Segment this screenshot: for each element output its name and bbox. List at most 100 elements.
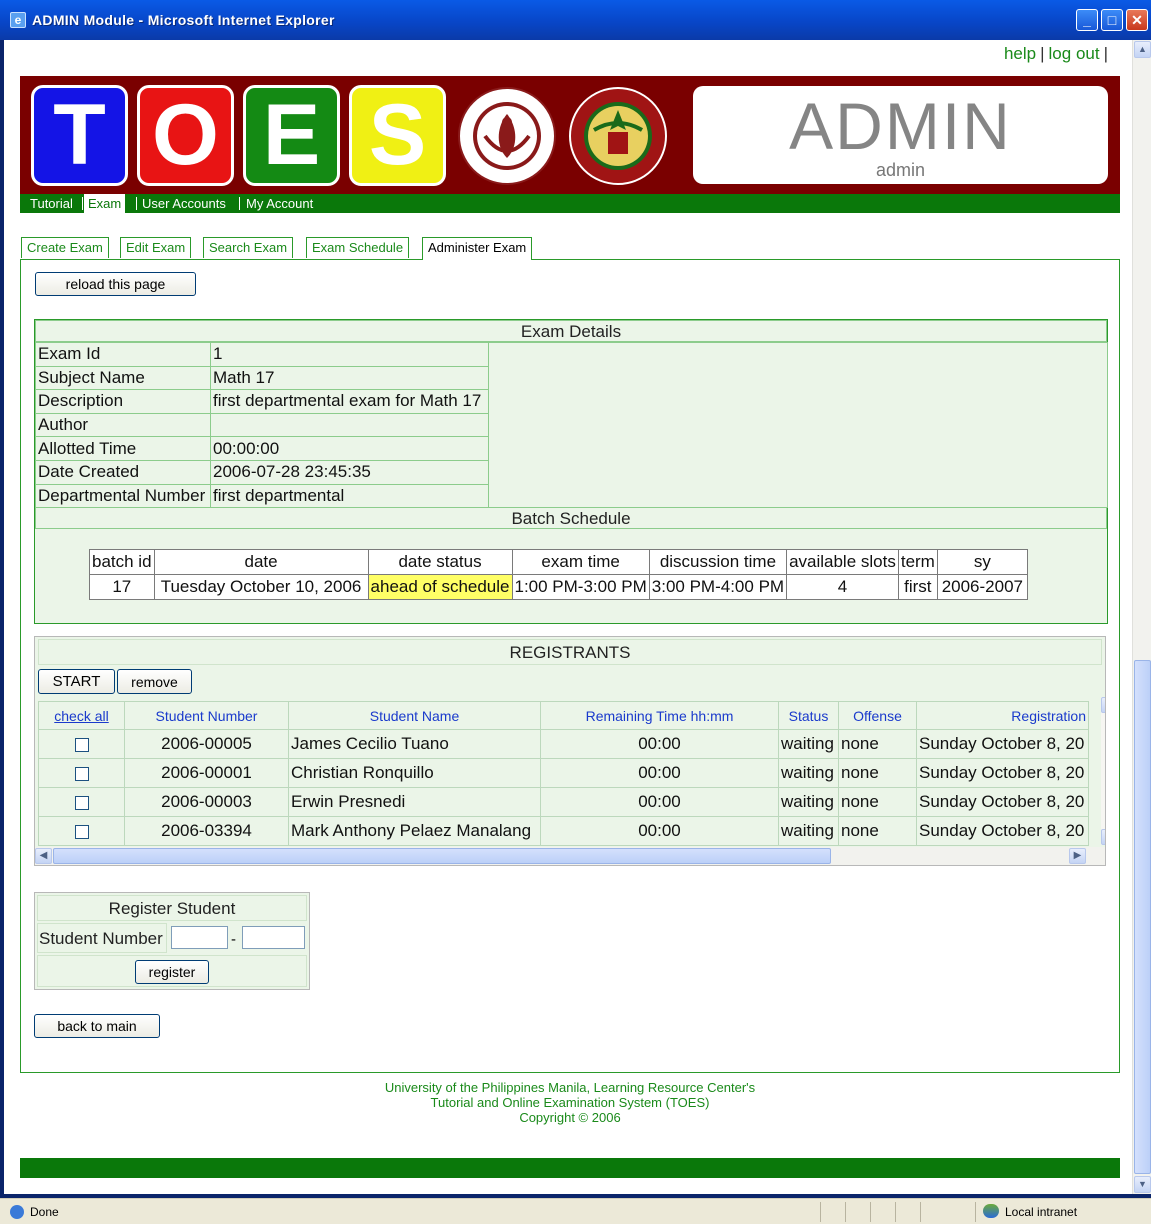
admin-username: admin [875, 160, 926, 180]
tab-exam-schedule[interactable]: Exam Schedule [306, 237, 410, 258]
remaining-time: 00:00 [540, 729, 779, 759]
scroll-down-icon[interactable]: ▼ [1101, 829, 1105, 845]
row-checkbox[interactable] [74, 824, 89, 839]
start-button[interactable]: START [38, 669, 115, 694]
page-vertical-scrollbar[interactable]: ▲ ▼ [1132, 40, 1151, 1194]
check-all-link[interactable]: check all [38, 701, 125, 730]
security-zone: Local intranet [1005, 1205, 1078, 1219]
row-checkbox-cell [38, 758, 125, 788]
nav-separator [136, 197, 137, 210]
main-nav: Tutorial Exam User Accounts My Account [20, 194, 1120, 213]
row-checkbox-cell [38, 816, 125, 846]
tab-administer-exam[interactable]: Administer Exam [422, 237, 533, 260]
table-horizontal-scrollbar[interactable]: ◀ ▶ [35, 847, 1105, 865]
detail-value: 00:00:00 [210, 436, 489, 461]
browser-viewport: help | log out | T O E S ADMIN admin Tut… [4, 40, 1132, 1194]
student-number: 2006-03394 [124, 816, 289, 846]
tab-search-exam[interactable]: Search Exam [203, 237, 294, 258]
table-row: 2006-03394 Mark Anthony Pelaez Manalang … [38, 816, 1089, 846]
registration: Sunday October 8, 20 [916, 729, 1089, 759]
status-separator [920, 1202, 921, 1222]
up-manila-seal-icon [569, 87, 667, 185]
student-number-dash: - [231, 931, 236, 948]
footer-line-3: Copyright © 2006 [519, 1110, 621, 1125]
tab-edit-exam[interactable]: Edit Exam [120, 237, 192, 258]
lrc-seal-icon [458, 87, 556, 185]
registrants-heading: REGISTRANTS [38, 639, 1102, 665]
register-student-heading: Register Student [37, 895, 307, 921]
link-separator: | [1040, 44, 1045, 63]
batch-cell: 17 [89, 574, 155, 600]
scroll-left-icon[interactable]: ◀ [35, 848, 52, 864]
registrants-table: check all Student Number Student Name Re… [38, 701, 1089, 846]
scroll-right-icon[interactable]: ▶ [1069, 848, 1086, 864]
registration: Sunday October 8, 20 [916, 758, 1089, 788]
table-row: 2006-00003 Erwin Presnedi 00:00 waiting … [38, 787, 1089, 817]
exam-details-panel: Exam Details Exam Id 1 Subject Name Math 1… [34, 319, 1108, 624]
exam-details-table: Exam Id 1 Subject Name Math 17 Description… [35, 342, 489, 509]
batch-cell: Tuesday October 10, 2006 [153, 574, 369, 600]
minimize-button[interactable]: _ [1076, 9, 1098, 31]
footer-line-1: University of the Philippines Manila, Le… [384, 1080, 756, 1095]
student-name: Christian Ronquillo [288, 758, 541, 788]
batch-cell: 4 [786, 574, 899, 600]
back-to-main-button[interactable]: back to main [34, 1014, 160, 1038]
footer-bar [20, 1158, 1120, 1178]
batch-header-cell: discussion time [648, 549, 788, 575]
nav-tutorial[interactable]: Tutorial [26, 194, 77, 213]
detail-value: first departmental [210, 483, 489, 509]
logo-letter-o: O [137, 85, 234, 186]
batch-cell: first [897, 574, 938, 600]
batch-header-cell: sy [936, 549, 1028, 575]
student-number-label: Student Number [37, 923, 167, 953]
offense: none [838, 729, 917, 759]
browser-statusbar: Done Local intranet [0, 1198, 1151, 1224]
exam-details-heading: Exam Details [35, 320, 1107, 342]
batch-header-row: batch id date date status exam time disc… [89, 549, 1028, 575]
detail-row: Exam Id 1 [35, 342, 489, 367]
page-scroll-down-icon[interactable]: ▼ [1134, 1176, 1151, 1193]
register-button[interactable]: register [135, 960, 209, 984]
horizontal-scroll-thumb[interactable] [53, 848, 831, 864]
scroll-up-icon[interactable]: ▲ [1101, 697, 1105, 713]
student-number-year-input[interactable] [171, 926, 228, 949]
close-button[interactable]: ✕ [1126, 9, 1148, 31]
page-frame: help | log out | T O E S ADMIN admin Tut… [20, 40, 1120, 1194]
nav-user-accounts[interactable]: User Accounts [138, 194, 230, 213]
status-badge: waiting [778, 758, 839, 788]
check-all-label[interactable]: check all [54, 708, 108, 724]
maximize-button[interactable]: □ [1101, 9, 1123, 31]
batch-cell: 3:00 PM-4:00 PM [648, 574, 788, 600]
detail-label: Subject Name [35, 365, 211, 391]
page-scroll-thumb[interactable] [1134, 660, 1151, 1174]
table-vertical-scrollbar[interactable]: ▲ ▼ [1101, 697, 1105, 845]
offense: none [838, 816, 917, 846]
status-badge: waiting [778, 816, 839, 846]
logout-link[interactable]: log out [1049, 44, 1100, 63]
offense: none [838, 787, 917, 817]
reload-button[interactable]: reload this page [35, 272, 196, 296]
batch-cell: 1:00 PM-3:00 PM [511, 574, 650, 600]
tab-create-exam[interactable]: Create Exam [21, 237, 109, 258]
nav-my-account[interactable]: My Account [242, 194, 317, 213]
remove-button[interactable]: remove [117, 669, 192, 694]
detail-label: Departmental Number [35, 483, 211, 509]
admin-header-box: ADMIN admin [693, 86, 1108, 184]
row-checkbox[interactable] [74, 737, 89, 752]
row-checkbox[interactable] [74, 766, 89, 781]
col-student-number: Student Number [124, 701, 289, 730]
batch-header-cell: term [897, 549, 938, 575]
remaining-time: 00:00 [540, 758, 779, 788]
register-student-panel: Register Student Student Number - regist… [34, 892, 310, 990]
detail-row: Author [35, 412, 489, 438]
table-row: 2006-00001 Christian Ronquillo 00:00 wai… [38, 758, 1089, 788]
detail-value: 2006-07-28 23:45:35 [210, 459, 489, 485]
student-number-serial-input[interactable] [242, 926, 305, 949]
row-checkbox[interactable] [74, 795, 89, 810]
row-checkbox-cell [38, 729, 125, 759]
nav-exam[interactable]: Exam [84, 194, 126, 213]
page-scroll-up-icon[interactable]: ▲ [1134, 41, 1151, 58]
page-done-icon [10, 1205, 24, 1219]
help-link[interactable]: help [1004, 44, 1036, 63]
student-number: 2006-00001 [124, 758, 289, 788]
